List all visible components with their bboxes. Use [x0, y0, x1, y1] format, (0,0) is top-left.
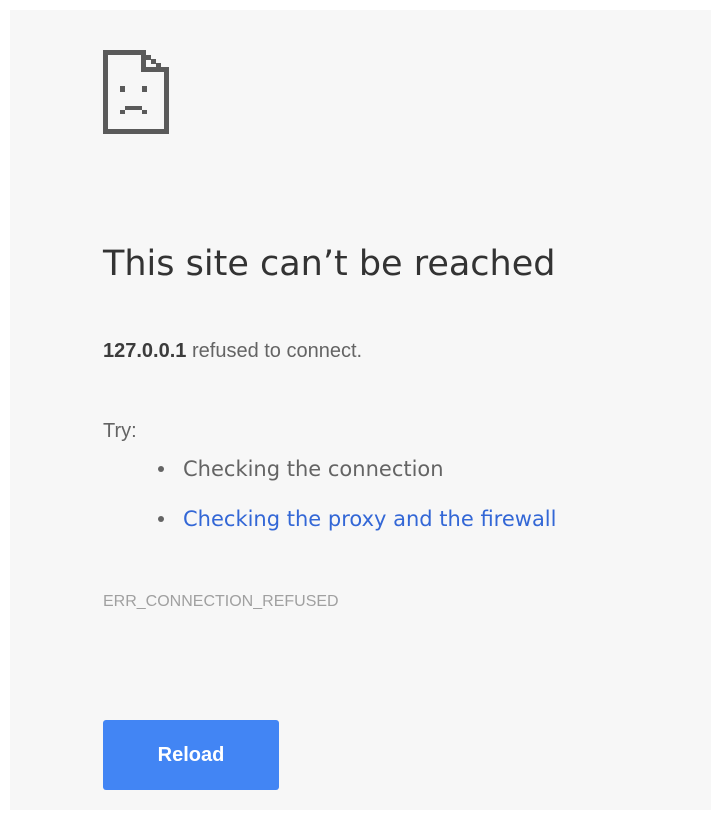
reload-button[interactable]: Reload: [103, 720, 279, 790]
suggestion-check-proxy-firewall-link[interactable]: Checking the proxy and the firewall: [183, 507, 556, 531]
suggestion-check-connection: Checking the connection: [183, 457, 444, 481]
error-summary: 127.0.0.1 refused to connect.: [103, 338, 362, 364]
suggestions-list: Checking the connection Checking the pro…: [103, 456, 556, 556]
suggestions-label: Try:: [103, 420, 137, 442]
bullet-icon: [158, 516, 164, 522]
host-address: 127.0.0.1: [103, 340, 187, 362]
suggestion-item: Checking the proxy and the firewall: [103, 506, 556, 556]
bullet-icon: [158, 466, 164, 472]
page-title: This site can’t be reached: [103, 244, 556, 284]
sad-page-icon: [103, 50, 169, 134]
error-page: This site can’t be reached 127.0.0.1 ref…: [10, 10, 711, 810]
suggestion-item: Checking the connection: [103, 456, 556, 506]
error-message: refused to connect.: [186, 340, 363, 362]
error-code: ERR_CONNECTION_REFUSED: [103, 593, 339, 610]
